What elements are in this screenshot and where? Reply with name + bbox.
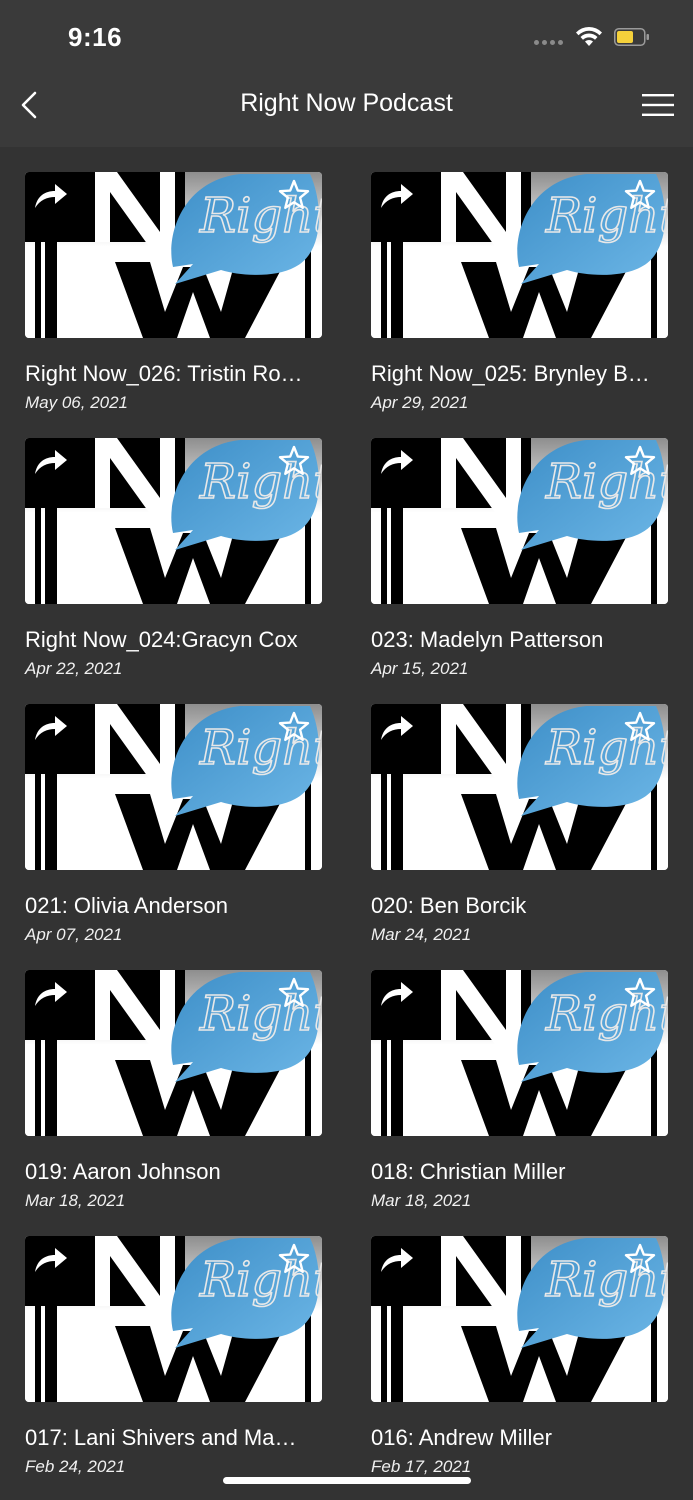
episode-card[interactable]: Right 021: Olivia Anderson Apr 07, 2021: [25, 704, 322, 948]
episode-card[interactable]: Right 020: Ben Borcik Mar 24, 2021: [371, 704, 668, 948]
favorite-star-icon[interactable]: [277, 444, 311, 478]
episode-title[interactable]: Right Now_025: Brynley B…: [371, 358, 668, 390]
favorite-star-icon[interactable]: [623, 976, 657, 1010]
episode-thumbnail[interactable]: Right: [25, 704, 322, 870]
favorite-star-icon[interactable]: [623, 710, 657, 744]
share-icon[interactable]: [377, 978, 415, 1008]
episode-thumbnail[interactable]: Right: [371, 438, 668, 604]
favorite-star-icon[interactable]: [277, 1242, 311, 1276]
episode-date: May 06, 2021: [25, 393, 129, 412]
episode-title[interactable]: Right Now_026: Tristin Ro…: [25, 358, 322, 390]
episode-title[interactable]: 023: Madelyn Patterson: [371, 624, 668, 656]
episode-date: Apr 29, 2021: [371, 393, 469, 412]
episode-card[interactable]: Right Right Now_026: Tristin Ro… May 06,…: [25, 172, 322, 416]
episode-thumbnail[interactable]: Right: [25, 172, 322, 338]
episode-date: Apr 07, 2021: [25, 925, 123, 944]
status-bar: 9:16: [0, 0, 693, 75]
episode-thumbnail[interactable]: Right: [371, 970, 668, 1136]
episode-card[interactable]: Right 016: Andrew Miller Feb 17, 2021: [371, 1236, 668, 1480]
episode-date: Mar 18, 2021: [371, 1191, 472, 1210]
share-icon[interactable]: [31, 712, 69, 742]
episode-title[interactable]: Right Now_024:Gracyn Cox: [25, 624, 322, 656]
episode-date: Mar 18, 2021: [25, 1191, 126, 1210]
episode-date: Apr 22, 2021: [25, 659, 123, 678]
battery-icon: [614, 28, 649, 46]
share-icon[interactable]: [31, 1244, 69, 1274]
home-indicator: [223, 1477, 471, 1484]
page-title: Right Now Podcast: [240, 89, 453, 117]
favorite-star-icon[interactable]: [623, 178, 657, 212]
episode-title[interactable]: 019: Aaron Johnson: [25, 1156, 322, 1188]
episode-title[interactable]: 017: Lani Shivers and Ma…: [25, 1422, 322, 1454]
share-icon[interactable]: [377, 712, 415, 742]
episode-title[interactable]: 016: Andrew Miller: [371, 1422, 668, 1454]
share-icon[interactable]: [377, 1244, 415, 1274]
episode-date: Apr 15, 2021: [371, 659, 469, 678]
episode-title[interactable]: 021: Olivia Anderson: [25, 890, 322, 922]
navigation-bar: Right Now Podcast: [0, 75, 693, 147]
episode-thumbnail[interactable]: Right: [25, 970, 322, 1136]
episode-card[interactable]: Right Right Now_024:Gracyn Cox Apr 22, 2…: [25, 438, 322, 682]
share-icon[interactable]: [377, 180, 415, 210]
share-icon[interactable]: [377, 446, 415, 476]
share-icon[interactable]: [31, 180, 69, 210]
episode-card[interactable]: Right Right Now_025: Brynley B… Apr 29, …: [371, 172, 668, 416]
episode-thumbnail[interactable]: Right: [371, 172, 668, 338]
cellular-signal-icon: [534, 40, 563, 45]
episode-thumbnail[interactable]: Right: [371, 1236, 668, 1402]
episode-thumbnail[interactable]: Right: [25, 1236, 322, 1402]
status-time: 9:16: [68, 22, 123, 52]
share-icon[interactable]: [31, 978, 69, 1008]
share-icon[interactable]: [31, 446, 69, 476]
episode-card[interactable]: Right 023: Madelyn Patterson Apr 15, 202…: [371, 438, 668, 682]
favorite-star-icon[interactable]: [623, 1242, 657, 1276]
episode-date: Mar 24, 2021: [371, 925, 472, 944]
episode-title[interactable]: 018: Christian Miller: [371, 1156, 668, 1188]
episode-card[interactable]: Right 017: Lani Shivers and Ma… Feb 24, …: [25, 1236, 322, 1480]
hamburger-menu-icon[interactable]: [640, 91, 676, 119]
episode-card[interactable]: Right 018: Christian Miller Mar 18, 2021: [371, 970, 668, 1214]
favorite-star-icon[interactable]: [277, 178, 311, 212]
episode-thumbnail[interactable]: Right: [25, 438, 322, 604]
favorite-star-icon[interactable]: [277, 976, 311, 1010]
wifi-icon: [576, 26, 602, 46]
episode-grid: Right Right Now_026: Tristin Ro… May 06,…: [0, 147, 693, 1500]
favorite-star-icon[interactable]: [277, 710, 311, 744]
episode-thumbnail[interactable]: Right: [371, 704, 668, 870]
episode-card[interactable]: Right 019: Aaron Johnson Mar 18, 2021: [25, 970, 322, 1214]
episode-title[interactable]: 020: Ben Borcik: [371, 890, 668, 922]
favorite-star-icon[interactable]: [623, 444, 657, 478]
